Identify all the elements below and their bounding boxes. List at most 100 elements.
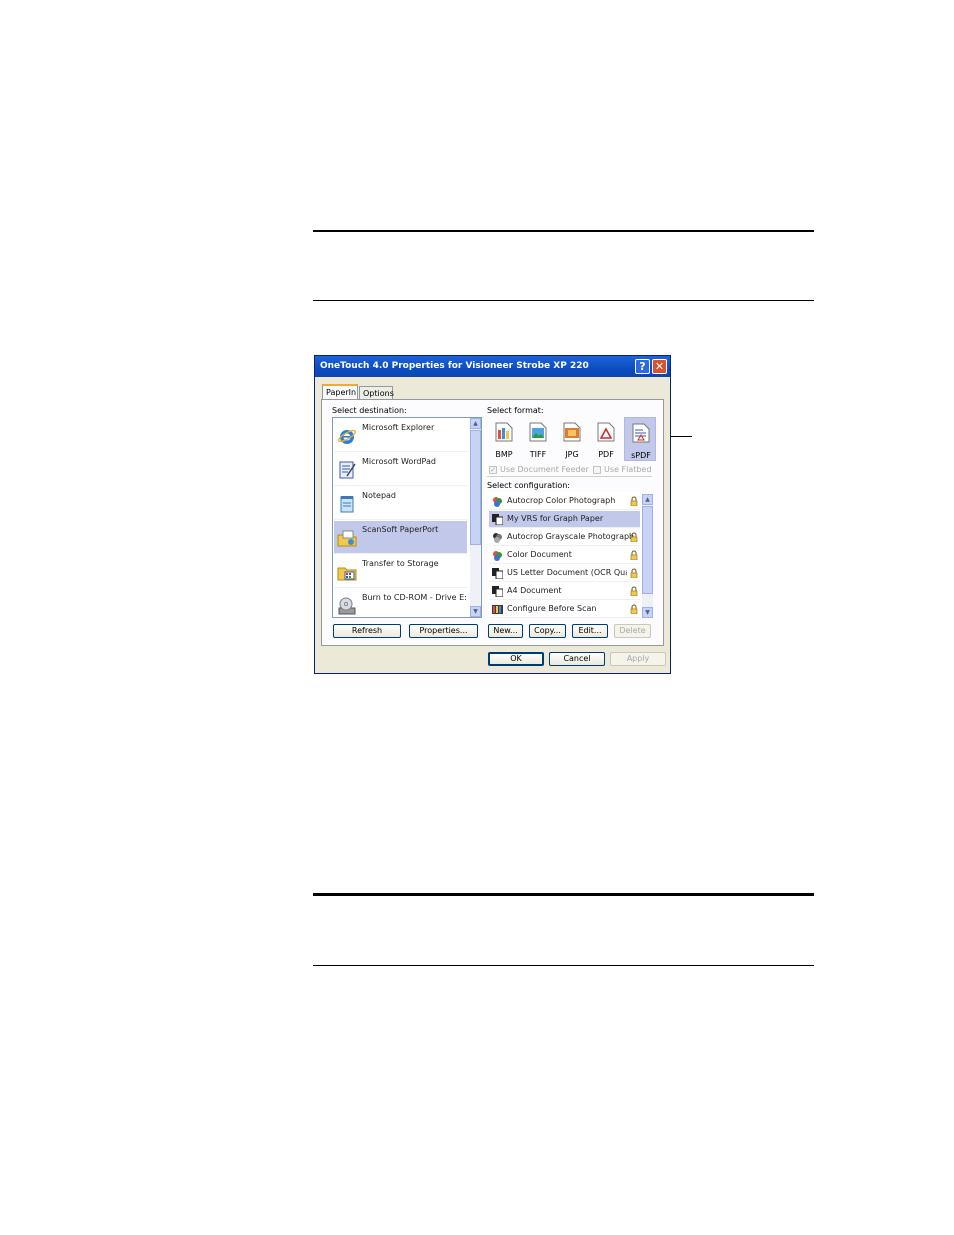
properties-button[interactable]: Properties... (409, 624, 478, 638)
config-item-autocrop-gray[interactable]: Autocrop Grayscale Photograph (489, 529, 640, 546)
destination-notepad-label: Notepad (362, 491, 396, 500)
destination-cd-label: Burn to CD-ROM - Drive E: (362, 593, 467, 602)
bottom-rule-thick (313, 893, 814, 896)
scroll-thumb[interactable] (642, 506, 653, 594)
copy-button[interactable]: Copy... (529, 624, 566, 638)
use-flatbed-checkbox[interactable] (593, 466, 601, 474)
cd-drive-icon (338, 597, 356, 615)
lock-icon (630, 586, 638, 596)
config-color-document-label: Color Document (507, 550, 572, 559)
destination-item-explorer[interactable]: Microsoft Explorer (334, 419, 467, 452)
new-button[interactable]: New... (488, 624, 523, 638)
destination-wordpad-label: Microsoft WordPad (362, 457, 436, 466)
delete-button[interactable]: Delete (614, 624, 651, 638)
refresh-button[interactable]: Refresh (333, 624, 401, 638)
top-rule-thin (313, 300, 814, 301)
jpg-file-icon (563, 422, 581, 442)
scroll-down-arrow-icon[interactable]: ▼ (642, 607, 653, 618)
format-jpg-label: JPG (565, 450, 579, 459)
color-document-icon (493, 551, 502, 561)
destination-item-notepad[interactable]: Notepad (334, 487, 467, 520)
format-spdf[interactable]: sPDF (624, 417, 656, 461)
scroll-up-arrow-icon[interactable]: ▲ (470, 418, 481, 429)
scroll-down-arrow-icon[interactable]: ▼ (470, 606, 481, 617)
notepad-icon (340, 496, 354, 513)
format-spdf-label: sPDF (631, 451, 651, 460)
configuration-label: Select configuration: (487, 481, 570, 490)
config-item-configure-before-scan[interactable]: Configure Before Scan (489, 601, 640, 618)
properties-dialog: OneTouch 4.0 Properties for Visioneer St… (314, 355, 671, 674)
internet-explorer-icon (337, 429, 357, 444)
format-bmp[interactable]: BMP (488, 417, 520, 461)
format-tiff-label: TIFF (529, 450, 547, 459)
paperport-folder-icon (337, 530, 357, 547)
lock-icon (630, 496, 638, 506)
storage-folder-icon (337, 567, 357, 581)
destination-item-storage[interactable]: Transfer to Storage (334, 555, 467, 588)
destination-scrollbar[interactable]: ▲ ▼ (470, 418, 481, 617)
format-label: Select format: (487, 406, 544, 415)
destination-list[interactable]: Microsoft Explorer Microsoft WordPad Not… (332, 417, 482, 618)
destination-item-cd-burner[interactable]: Burn to CD-ROM - Drive E: (334, 589, 467, 617)
use-flatbed-label: Use Flatbed (604, 465, 652, 474)
pdf-file-icon (597, 422, 615, 442)
scroll-up-arrow-icon[interactable]: ▲ (642, 494, 653, 505)
tab-paperin-label: PaperIn (326, 388, 357, 397)
destination-item-paperport[interactable]: ScanSoft PaperPort (334, 521, 467, 554)
cancel-button[interactable]: Cancel (549, 652, 605, 666)
title-bar[interactable]: OneTouch 4.0 Properties for Visioneer St… (315, 356, 670, 377)
apply-button[interactable]: Apply (610, 652, 666, 666)
bw-document-icon (492, 586, 503, 597)
destination-storage-label: Transfer to Storage (362, 559, 439, 568)
tiff-file-icon (529, 422, 547, 442)
configuration-scrollbar[interactable]: ▲ ▼ (642, 494, 653, 618)
spdf-file-icon (632, 423, 650, 443)
tab-paperin[interactable]: PaperIn (322, 384, 358, 400)
config-item-us-letter[interactable]: US Letter Document (OCR Quality) (489, 565, 640, 582)
config-item-autocrop-color[interactable]: Autocrop Color Photograph (489, 493, 640, 510)
format-bmp-label: BMP (495, 450, 513, 459)
dialog-title: OneTouch 4.0 Properties for Visioneer St… (320, 361, 589, 371)
top-rule-thick (313, 230, 814, 232)
tab-panel: Select destination: Microsoft Explorer M… (321, 399, 664, 646)
config-item-a4-document[interactable]: A4 Document (489, 583, 640, 600)
format-tiff[interactable]: TIFF (522, 417, 554, 461)
bmp-file-icon (495, 422, 513, 442)
config-us-letter-label: US Letter Document (OCR Quality) (507, 568, 627, 577)
bw-document-icon (492, 568, 503, 579)
lock-icon (630, 532, 638, 542)
lock-icon (630, 550, 638, 560)
configure-scan-icon (492, 605, 503, 614)
ok-button[interactable]: OK (488, 652, 544, 666)
format-separator (487, 476, 652, 477)
use-document-feeder-label: Use Document Feeder (500, 465, 589, 474)
destination-explorer-label: Microsoft Explorer (362, 423, 435, 432)
config-item-color-document[interactable]: Color Document (489, 547, 640, 564)
config-autocrop-gray-label: Autocrop Grayscale Photograph (507, 532, 635, 541)
config-my-vrs-label: My VRS for Graph Paper (507, 514, 604, 523)
lock-icon (630, 604, 638, 614)
help-button[interactable]: ? (635, 359, 650, 374)
use-document-feeder-checkbox[interactable]: ✓ (489, 466, 497, 474)
format-pdf-label: PDF (598, 450, 614, 459)
wordpad-icon (339, 461, 356, 479)
config-autocrop-color-label: Autocrop Color Photograph (507, 496, 616, 505)
format-pdf[interactable]: PDF (590, 417, 622, 461)
destination-item-wordpad[interactable]: Microsoft WordPad (334, 453, 467, 486)
config-item-my-vrs[interactable]: My VRS for Graph Paper (489, 511, 640, 528)
scroll-thumb[interactable] (470, 430, 481, 545)
close-button[interactable]: ✕ (652, 359, 667, 374)
edit-button[interactable]: Edit... (572, 624, 608, 638)
lock-icon (630, 568, 638, 578)
bottom-rule-thin (313, 965, 814, 966)
configuration-list[interactable]: Autocrop Color Photograph My VRS for Gra… (487, 491, 654, 619)
tab-options-label: Options (363, 389, 394, 398)
destination-label: Select destination: (332, 406, 407, 415)
grayscale-photo-icon (493, 533, 502, 543)
vrs-document-icon (492, 514, 503, 525)
config-configure-label: Configure Before Scan (507, 604, 597, 613)
format-jpg[interactable]: JPG (556, 417, 588, 461)
config-a4-label: A4 Document (507, 586, 562, 595)
tab-options[interactable]: Options (359, 386, 394, 400)
color-photo-icon (493, 497, 502, 507)
